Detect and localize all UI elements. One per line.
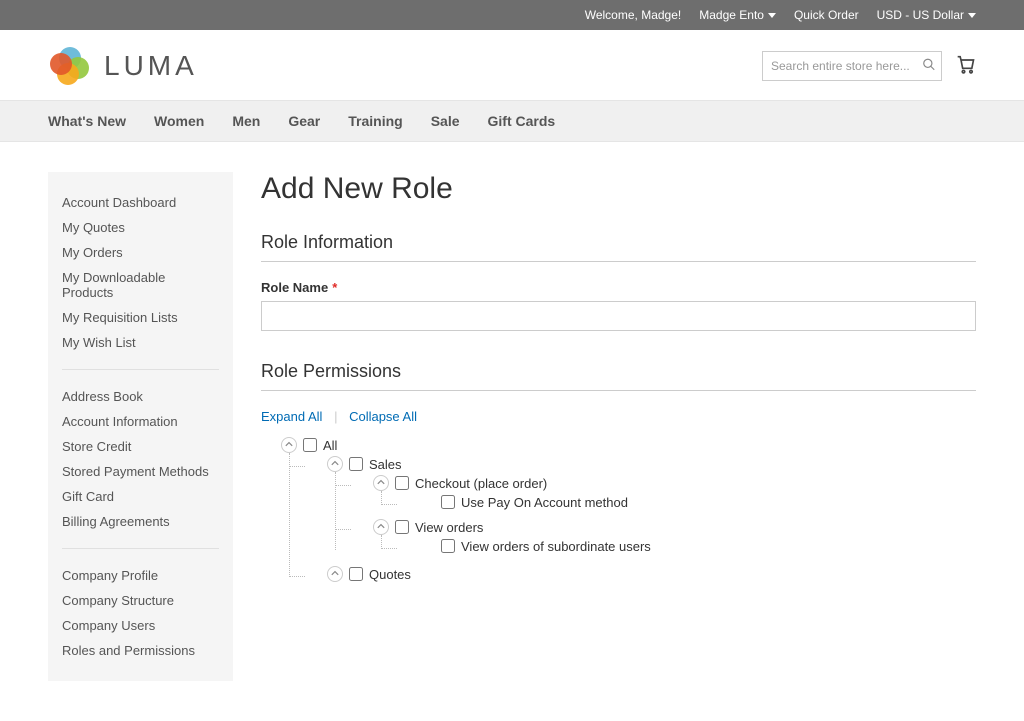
perm-label-quotes: Quotes [369,567,411,582]
sidebar-item-wish-list[interactable]: My Wish List [62,330,219,355]
perm-label-view-orders: View orders [415,520,483,535]
sidebar-item-my-quotes[interactable]: My Quotes [62,215,219,240]
currency-switcher[interactable]: USD - US Dollar [877,8,976,22]
account-sidebar: Account Dashboard My Quotes My Orders My… [48,172,233,681]
tree-toggle-quotes[interactable] [327,566,343,582]
tree-actions: Expand All | Collapse All [261,409,976,424]
page-title: Add New Role [261,172,976,206]
perm-checkbox-view-orders-sub[interactable] [441,539,455,553]
page-header: LUMA [0,30,1024,100]
currency-label: USD - US Dollar [877,8,964,22]
role-information-title: Role Information [261,232,976,262]
content: Account Dashboard My Quotes My Orders My… [0,142,1024,721]
sidebar-item-company-profile[interactable]: Company Profile [62,563,219,588]
search-input[interactable] [762,51,942,81]
sidebar-item-downloadable-products[interactable]: My Downloadable Products [62,265,219,305]
role-name-label-text: Role Name [261,280,328,295]
nav-women[interactable]: Women [154,101,204,141]
sidebar-item-requisition-lists[interactable]: My Requisition Lists [62,305,219,330]
nav-men[interactable]: Men [232,101,260,141]
main-nav: What's New Women Men Gear Training Sale … [0,100,1024,142]
welcome-message: Welcome, Madge! [585,8,682,22]
perm-label-pay-on-account: Use Pay On Account method [461,495,628,510]
sidebar-item-my-orders[interactable]: My Orders [62,240,219,265]
perm-label-checkout: Checkout (place order) [415,476,547,491]
perm-checkbox-checkout[interactable] [395,476,409,490]
cart-icon[interactable] [956,55,976,78]
nav-sale[interactable]: Sale [431,101,460,141]
logo-mark-icon [48,44,92,88]
role-name-input[interactable] [261,301,976,331]
sidebar-item-account-dashboard[interactable]: Account Dashboard [62,190,219,215]
quick-order-link[interactable]: Quick Order [794,8,859,22]
sidebar-item-address-book[interactable]: Address Book [62,384,219,409]
search-wrap [762,51,942,81]
sidebar-item-gift-card[interactable]: Gift Card [62,484,219,509]
perm-checkbox-sales[interactable] [349,457,363,471]
account-name: Madge Ento [699,8,764,22]
perm-checkbox-view-orders[interactable] [395,520,409,534]
permissions-tree: All Sales [261,434,976,588]
topbar: Welcome, Madge! Madge Ento Quick Order U… [0,0,1024,30]
sidebar-item-account-information[interactable]: Account Information [62,409,219,434]
sidebar-item-billing-agreements[interactable]: Billing Agreements [62,509,219,534]
perm-checkbox-quotes[interactable] [349,567,363,581]
perm-label-view-orders-sub: View orders of subordinate users [461,539,651,554]
role-permissions-title: Role Permissions [261,361,976,391]
tree-toggle-view-orders[interactable] [373,519,389,535]
sidebar-item-company-users[interactable]: Company Users [62,613,219,638]
expand-all-link[interactable]: Expand All [261,409,322,424]
sidebar-item-store-credit[interactable]: Store Credit [62,434,219,459]
role-permissions-section: Role Permissions Expand All | Collapse A… [261,361,976,588]
main: Add New Role Role Information Role Name *… [261,172,976,588]
tree-toggle-checkout[interactable] [373,475,389,491]
sidebar-item-stored-payment-methods[interactable]: Stored Payment Methods [62,459,219,484]
perm-checkbox-all[interactable] [303,438,317,452]
tree-spacer [419,494,435,510]
perm-checkbox-pay-on-account[interactable] [441,495,455,509]
role-name-label: Role Name * [261,280,976,295]
nav-gift-cards[interactable]: Gift Cards [488,101,556,141]
role-information-section: Role Information Role Name * [261,232,976,331]
tree-toggle-all[interactable] [281,437,297,453]
perm-label-all: All [323,438,337,453]
account-menu[interactable]: Madge Ento [699,8,776,22]
nav-whats-new[interactable]: What's New [48,101,126,141]
logo[interactable]: LUMA [48,44,198,88]
nav-training[interactable]: Training [348,101,402,141]
required-asterisk-icon: * [332,280,337,295]
nav-gear[interactable]: Gear [288,101,320,141]
sidebar-item-roles-permissions[interactable]: Roles and Permissions [62,638,219,663]
sidebar-item-company-structure[interactable]: Company Structure [62,588,219,613]
collapse-all-link[interactable]: Collapse All [349,409,417,424]
logo-text: LUMA [104,50,198,82]
tree-toggle-sales[interactable] [327,456,343,472]
separator: | [334,409,337,424]
chevron-down-icon [968,13,976,18]
tree-spacer [419,538,435,554]
perm-label-sales: Sales [369,457,402,472]
header-right [762,51,976,81]
chevron-down-icon [768,13,776,18]
